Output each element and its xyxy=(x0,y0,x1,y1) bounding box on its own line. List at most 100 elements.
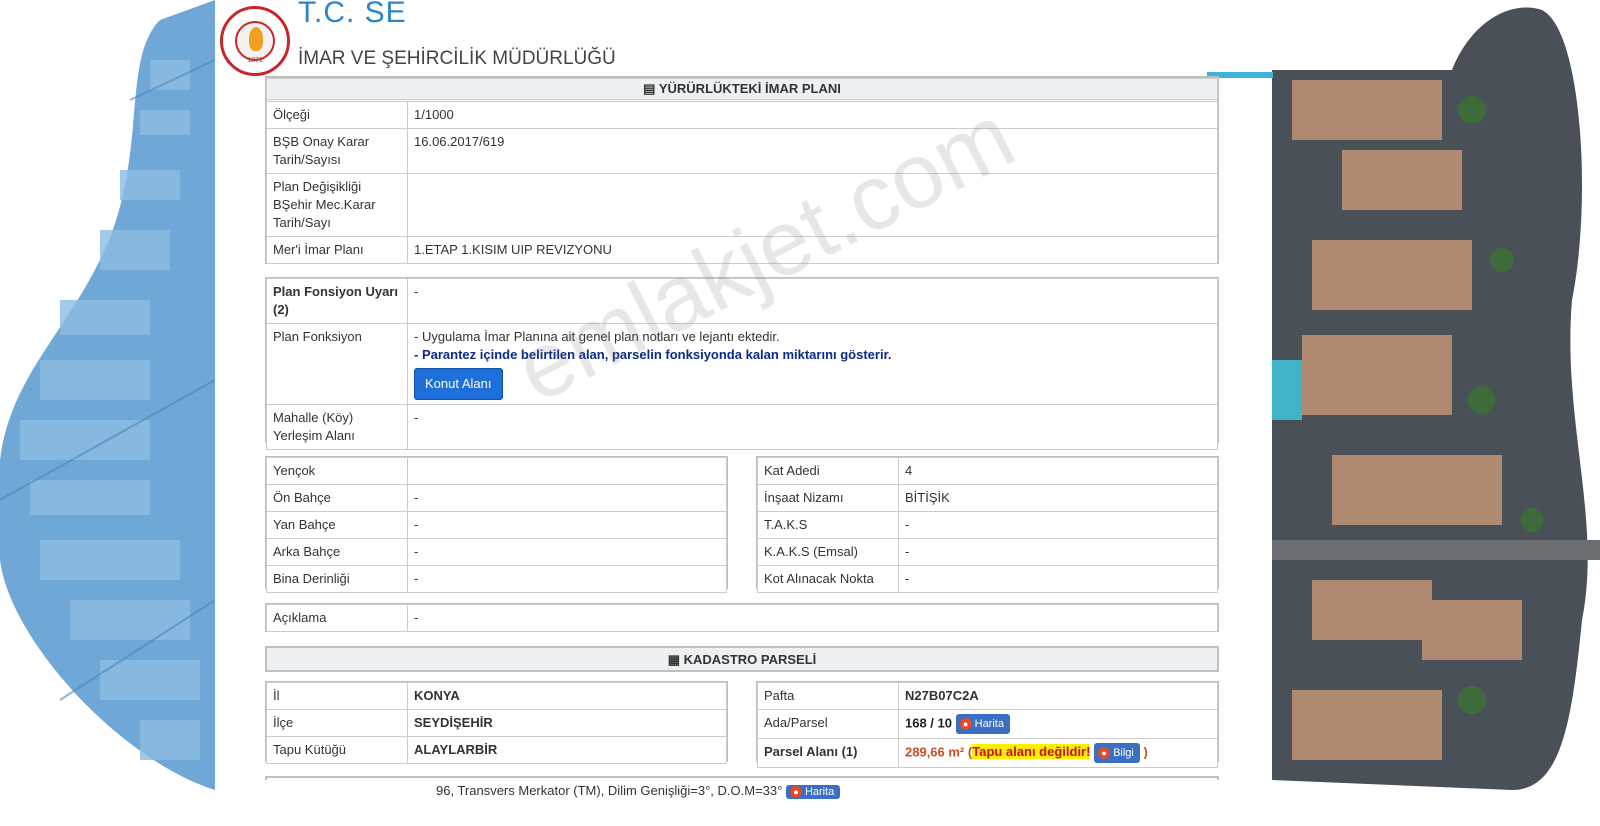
detail-label: Yençok xyxy=(266,457,408,485)
table-row: Bina Derinliği - xyxy=(266,565,727,593)
municipality-logo: 1871 xyxy=(220,6,290,76)
detail-label: Kat Adedi xyxy=(757,457,899,485)
pafta-value: N27B07C2A xyxy=(898,682,1218,710)
ada-parsel-label: Ada/Parsel xyxy=(757,709,899,739)
kadastro-section-header: ▦ KADASTRO PARSELİ xyxy=(265,646,1219,672)
aerial-photo-background xyxy=(1272,0,1600,826)
table-row: Kat Adedi 4 xyxy=(757,457,1218,485)
table-row: Mahalle (Köy) Yerleşim Alanı - xyxy=(266,404,1218,450)
harita-button[interactable]: ● Harita xyxy=(955,714,1010,734)
aciklama-table: Açıklama - xyxy=(266,604,1218,632)
footer-harita-button[interactable]: ● Harita xyxy=(785,784,841,799)
table-row: Ön Bahçe - xyxy=(266,484,727,512)
harita-button-label: Harita xyxy=(974,718,1004,730)
row-label: Plan Değişikliği BŞehir Mec.Karar Tarih/… xyxy=(266,173,408,237)
detail-value: - xyxy=(407,538,727,566)
table-row: İlçe SEYDİŞEHİR xyxy=(266,709,727,737)
row-value: 16.06.2017/619 xyxy=(407,128,1218,174)
table-row: Yan Bahçe - xyxy=(266,511,727,539)
document-icon: ▤ xyxy=(643,81,656,96)
details-left-table: Yençok Ön Bahçe - Yan Bahçe - Arka Bahçe - … xyxy=(266,457,727,593)
table-row: Kot Alınacak Nokta - xyxy=(757,565,1218,593)
ada-parsel-value: 168 / 10 xyxy=(905,715,952,731)
konut-alani-button[interactable]: Konut Alanı xyxy=(414,368,503,400)
detail-value: 4 xyxy=(898,457,1218,485)
warning-label-text: Plan Fonsiyon Uyarı xyxy=(273,284,398,299)
kadastro-value: KONYA xyxy=(407,682,727,710)
function-label: Plan Fonksiyon xyxy=(266,323,408,405)
parsel-label-text: Parsel Alanı xyxy=(764,744,838,759)
footer-frame xyxy=(265,776,1219,780)
table-row: Pafta N27B07C2A xyxy=(757,682,1218,710)
kadastro-section-title: KADASTRO PARSELİ xyxy=(683,652,817,667)
footer-harita-label: Harita xyxy=(804,785,835,798)
plan-section-title: YÜRÜRLÜKTEKİ İMAR PLANI xyxy=(658,81,841,96)
table-row: Plan Fonksiyon - Uygulama İmar Planına a… xyxy=(266,323,1218,405)
detail-label: Bina Derinliği xyxy=(266,565,408,593)
table-row: İl KONYA xyxy=(266,682,727,710)
row-label: Mer'i İmar Planı xyxy=(266,236,408,264)
mahalle-label: Mahalle (Köy) Yerleşim Alanı xyxy=(266,404,408,450)
detail-label: T.A.K.S xyxy=(757,511,899,539)
function-warning-label: Plan Fonsiyon Uyarı (2) xyxy=(266,278,408,324)
detail-label: K.A.K.S (Emsal) xyxy=(757,538,899,566)
detail-value: BİTİŞİK xyxy=(898,484,1218,512)
table-row: Ada/Parsel 168 / 10 ● Harita xyxy=(757,709,1218,739)
info-icon: ● xyxy=(1098,747,1111,759)
flame-icon xyxy=(249,27,263,51)
page-title: T.C. SE xyxy=(298,0,407,29)
mahalle-value: - xyxy=(407,404,1218,450)
ada-parsel-cell: 168 / 10 ● Harita xyxy=(898,709,1218,739)
parsel-alani-label: Parsel Alanı (1) xyxy=(757,738,899,768)
kadastro-label: Tapu Kütüğü xyxy=(266,736,408,764)
table-row: Yençok xyxy=(266,457,727,485)
paren-close: ) xyxy=(1143,744,1148,760)
pafta-label: Pafta xyxy=(757,682,899,710)
detail-value: - xyxy=(898,511,1218,539)
detail-value: - xyxy=(407,484,727,512)
aciklama-value: - xyxy=(407,604,1218,632)
table-row: Tapu Kütüğü ALAYLARBİR xyxy=(266,736,727,764)
details-right-table: Kat Adedi 4 İnşaat Nizamı BİTİŞİK T.A.K.S -… xyxy=(757,457,1218,593)
table-row: Ölçeği 1/1000 xyxy=(266,101,1218,129)
detail-label: İnşaat Nizamı xyxy=(757,484,899,512)
page-subtitle: İMAR VE ŞEHİRCİLİK MÜDÜRLÜĞÜ xyxy=(298,48,616,69)
table-row: Arka Bahçe - xyxy=(266,538,727,566)
kadastro-value: SEYDİŞEHİR xyxy=(407,709,727,737)
kadastro-right-table: Pafta N27B07C2A Ada/Parsel 168 / 10 ● Har… xyxy=(757,682,1218,768)
detail-value xyxy=(407,457,727,485)
detail-value: - xyxy=(407,511,727,539)
map-pin-icon: ● xyxy=(789,785,802,798)
kadastro-label: İlçe xyxy=(266,709,408,737)
bilgi-button-label: Bilgi xyxy=(1113,747,1134,759)
tapu-warning: Tapu alanı değildir! xyxy=(972,744,1091,760)
detail-label: Arka Bahçe xyxy=(266,538,408,566)
table-row: BŞB Onay Karar Tarih/Sayısı 16.06.2017/6… xyxy=(266,128,1218,174)
grid-icon: ▦ xyxy=(667,652,680,667)
parsel-alani-cell: 289,66 m² (Tapu alanı değildir! ● Bilgi ) xyxy=(898,738,1218,768)
kadastro-left-table: İl KONYA İlçe SEYDİŞEHİR Tapu Kütüğü ALAYLA… xyxy=(266,682,727,764)
plan-section-header: ▤ YÜRÜRLÜKTEKİ İMAR PLANI xyxy=(266,78,1218,100)
table-row: T.A.K.S - xyxy=(757,511,1218,539)
detail-value: - xyxy=(898,538,1218,566)
table-row: K.A.K.S (Emsal) - xyxy=(757,538,1218,566)
detail-label: Ön Bahçe xyxy=(266,484,408,512)
map-pin-icon: ● xyxy=(959,718,972,730)
left-map-background xyxy=(0,0,215,826)
bilgi-button[interactable]: ● Bilgi xyxy=(1094,743,1140,763)
row-value: 1/1000 xyxy=(407,101,1218,129)
projection-info: 96, Transvers Merkator (TM), Dilim Geniş… xyxy=(436,783,841,799)
warning-footnote: (2) xyxy=(273,302,289,317)
projection-text: 96, Transvers Merkator (TM), Dilim Geniş… xyxy=(436,783,783,798)
detail-value: - xyxy=(407,565,727,593)
table-row: Parsel Alanı (1) 289,66 m² (Tapu alanı d… xyxy=(757,738,1218,768)
kadastro-label: İl xyxy=(266,682,408,710)
detail-label: Yan Bahçe xyxy=(266,511,408,539)
parsel-area-value: 289,66 m² xyxy=(905,744,965,760)
logo-year: 1871 xyxy=(247,57,263,64)
row-label: Ölçeği xyxy=(266,101,408,129)
table-row: İnşaat Nizamı BİTİŞİK xyxy=(757,484,1218,512)
detail-label: Kot Alınacak Nokta xyxy=(757,565,899,593)
row-label: BŞB Onay Karar Tarih/Sayısı xyxy=(266,128,408,174)
kadastro-value: ALAYLARBİR xyxy=(407,736,727,764)
